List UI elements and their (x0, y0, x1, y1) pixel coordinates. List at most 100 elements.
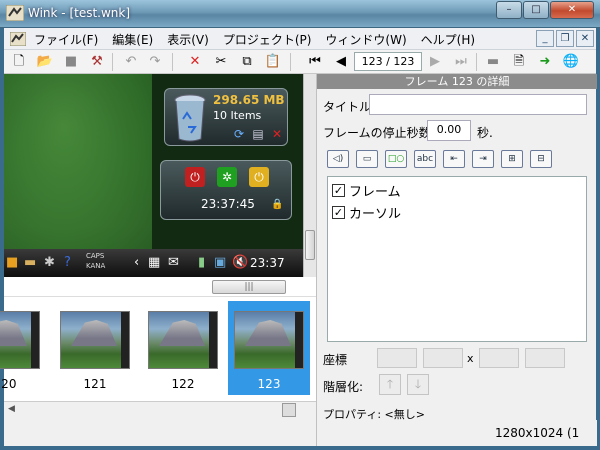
network-icon[interactable]: ▮ (198, 255, 205, 271)
coord-x-field[interactable] (377, 348, 417, 368)
add-item-toolbar: ◁) ▭ □○ abc ⇤ ⇥ ⊞ ⊟ (327, 150, 559, 168)
frame-number: 123 (257, 377, 281, 391)
frame-thumbnail-121[interactable]: 121 (54, 301, 136, 395)
tray-app-icon[interactable]: ■ (6, 255, 18, 271)
power-off-icon[interactable]: ⏻ (185, 167, 205, 187)
mdi-restore-button[interactable]: ❐ (556, 30, 574, 47)
volume-muted-icon[interactable]: 🔇 (232, 255, 248, 271)
size-height-field[interactable] (525, 348, 565, 368)
frame-preview[interactable]: 298.65 MB 10 Items ⟳ ▤ ✕ ⏻ ✲ ⏻ 23:37:45 … (4, 74, 303, 277)
first-frame-icon[interactable]: ⏮ (306, 53, 324, 71)
browser-globe-icon[interactable]: 🌐 (562, 53, 580, 71)
render-icon[interactable]: ▬ (484, 53, 502, 71)
frame-items-list[interactable]: ✓ フレーム ✓ カーソル (327, 176, 587, 342)
add-text-icon[interactable]: abc (414, 150, 436, 168)
scrollbar-thumb[interactable]: ||| (212, 280, 286, 294)
add-shape-icon[interactable]: □○ (385, 150, 407, 168)
sleep-icon[interactable]: ⏻ (249, 167, 269, 187)
add-image-icon[interactable]: ▭ (356, 150, 378, 168)
menu-file[interactable]: ファイル(F) (34, 31, 98, 48)
wizard-icon[interactable]: ⚒ (88, 53, 106, 71)
display-icon[interactable]: ▣ (214, 255, 226, 271)
power-gadget: ⏻ ✲ ⏻ 23:37:45 🔒 (160, 160, 292, 220)
window-controls: – □ ✕ (495, 1, 594, 19)
toolbar-separator (112, 53, 113, 71)
undo-icon[interactable]: ↶ (122, 53, 140, 71)
title-input[interactable] (369, 94, 587, 115)
menu-help[interactable]: ヘルプ(H) (421, 31, 475, 48)
help-icon[interactable]: ? (64, 255, 71, 271)
document-icon[interactable] (10, 32, 26, 46)
desktop-icon[interactable]: ▦ (148, 255, 160, 271)
refresh-icon[interactable]: ⟳ (231, 127, 247, 141)
filmstrip: 120 121 122 123 (0, 297, 316, 401)
mdi-minimize-button[interactable]: _ (536, 30, 554, 47)
layer-down-button[interactable]: 🡓 (407, 374, 429, 395)
add-control-icon[interactable]: ⊟ (530, 150, 552, 168)
close-icon[interactable]: ✕ (269, 127, 285, 141)
tray-folder-icon[interactable]: ▬ (24, 255, 36, 271)
frame-checkbox[interactable]: ✓ (332, 184, 345, 197)
bin-empty-icon[interactable]: ▤ (250, 127, 266, 141)
chevron-left-icon[interactable]: ‹ (134, 255, 139, 271)
size-width-field[interactable] (479, 348, 519, 368)
frame-thumbnail-123-selected[interactable]: 123 (228, 301, 310, 395)
menu-edit[interactable]: 編集(E) (112, 31, 153, 48)
page-icon[interactable]: 🗎 (510, 53, 528, 71)
cut-icon[interactable]: ✂ (212, 53, 230, 71)
scrollbar-thumb[interactable] (305, 230, 315, 260)
kana-label: KANA (86, 262, 106, 270)
go-arrow-icon[interactable]: ➜ (536, 53, 554, 71)
mail-icon[interactable]: ✉ (168, 255, 179, 271)
window-title: Wink - [test.wnk] (28, 6, 131, 20)
scroll-left-icon[interactable]: ◀ (8, 404, 15, 414)
add-sound-icon[interactable]: ◁) (327, 150, 349, 168)
add-link-icon[interactable]: ⊞ (501, 150, 523, 168)
pause-seconds-input[interactable]: 0.00 (427, 120, 471, 141)
next-frame-icon[interactable]: ▶ (426, 53, 444, 71)
mdi-close-button[interactable]: ✕ (576, 30, 594, 47)
frame-thumbnail-120[interactable]: 120 (0, 301, 46, 395)
menu-window[interactable]: ウィンドウ(W) (325, 31, 406, 48)
coord-y-field[interactable] (423, 348, 463, 368)
filmstrip-scrollbar[interactable]: ◀ (4, 401, 316, 418)
save-icon[interactable]: ■ (62, 53, 80, 71)
copy-icon[interactable]: ⧉ (238, 53, 256, 71)
minimize-button[interactable]: – (496, 1, 522, 19)
prev-frame-icon[interactable]: ◀ (332, 53, 350, 71)
close-button[interactable]: ✕ (550, 1, 594, 19)
seconds-unit-label: 秒. (477, 126, 493, 140)
open-folder-icon[interactable]: 📂 (36, 53, 54, 71)
layer-up-button[interactable]: 🡑 (379, 374, 401, 395)
restart-icon[interactable]: ✲ (217, 167, 237, 187)
menu-view[interactable]: 表示(V) (167, 31, 209, 48)
resolution-status: 1280x1024 (1 (495, 426, 580, 440)
coordinates-label: 座標 (323, 353, 348, 367)
list-item-frame[interactable]: ✓ フレーム (332, 181, 401, 200)
redo-icon[interactable]: ↷ (146, 53, 164, 71)
paste-icon[interactable]: 📋 (264, 53, 282, 71)
mdi-controls: _ ❐ ✕ (534, 30, 594, 47)
delete-icon[interactable]: ✕ (186, 53, 204, 71)
preview-vertical-scrollbar[interactable] (303, 74, 316, 277)
cursor-checkbox[interactable]: ✓ (332, 206, 345, 219)
add-button-next-icon[interactable]: ⇥ (472, 150, 494, 168)
lock-icon[interactable]: 🔒 (271, 199, 283, 210)
frame-details-panel: フレーム 123 の詳細 タイトル フレームの停止秒数 0.00 秒. ◁) ▭… (316, 74, 597, 446)
preview-horizontal-scrollbar[interactable]: ||| (4, 277, 316, 297)
list-item-cursor[interactable]: ✓ カーソル (332, 203, 401, 222)
maximize-button[interactable]: □ (523, 1, 549, 19)
frame-number: 120 (0, 377, 17, 391)
menu-project[interactable]: プロジェクト(P) (223, 31, 312, 48)
tray-tools-icon[interactable]: ✱ (44, 255, 55, 271)
frame-thumbnail-122[interactable]: 122 (142, 301, 224, 395)
add-button-back-icon[interactable]: ⇤ (443, 150, 465, 168)
list-item-label: カーソル (349, 207, 402, 222)
frame-counter[interactable]: 123 / 123 (354, 52, 422, 71)
wink-app-icon[interactable] (6, 5, 24, 21)
last-frame-icon[interactable]: ⏭ (452, 53, 470, 71)
wallpaper-grass (4, 74, 154, 249)
scrollbar-thumb[interactable] (282, 403, 296, 417)
power-gadget-time: 23:37:45 (201, 197, 255, 211)
new-file-icon[interactable]: 🗋 (10, 53, 28, 71)
